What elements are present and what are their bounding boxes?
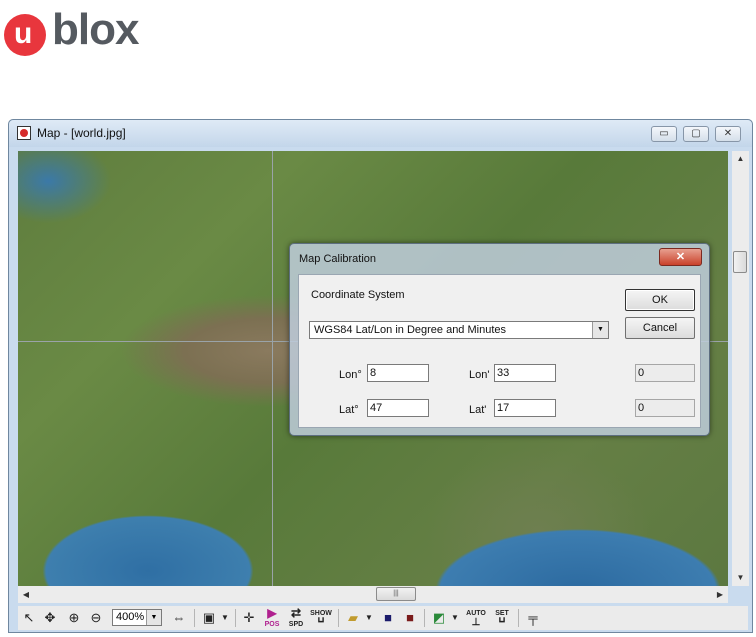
zoom-select[interactable]: 400% ▼ <box>112 609 162 626</box>
properties-icon[interactable]: ▣ <box>200 609 218 627</box>
scroll-left-icon[interactable]: ◀ <box>18 586 34 603</box>
select-pointer-icon[interactable]: ↖ <box>22 609 36 627</box>
app-icon <box>17 126 31 140</box>
scroll-up-icon[interactable]: ▲ <box>732 151 749 167</box>
lon-degree-field[interactable]: 8 <box>367 364 429 382</box>
toolbar-separator <box>338 609 339 627</box>
save-as-icon[interactable]: ■ <box>402 609 418 627</box>
map-calibration-dialog: Map Calibration ✕ Coordinate System WGS8… <box>289 243 710 436</box>
toolbar-separator <box>424 609 425 627</box>
save-icon[interactable]: ■ <box>380 609 396 627</box>
lat-minute-field[interactable]: 17 <box>494 399 556 417</box>
coordinate-system-label: Coordinate System <box>311 289 405 301</box>
maximize-button[interactable]: ▢ <box>683 126 709 142</box>
window-title: Map - [world.jpg] <box>37 126 126 140</box>
dialog-title: Map Calibration <box>299 253 377 265</box>
lat-second-field: 0 <box>635 399 695 417</box>
fit-window-icon[interactable]: ⇔ <box>170 609 188 627</box>
zoom-in-icon[interactable]: ⊕ <box>66 609 82 627</box>
vertical-scroll-thumb[interactable] <box>733 251 747 273</box>
vertical-scrollbar[interactable]: ▲ ▼ <box>732 151 749 586</box>
coordinate-system-value: WGS84 Lat/Lon in Degree and Minutes <box>314 324 507 336</box>
dialog-close-button[interactable]: ✕ <box>659 248 702 266</box>
coordinate-system-select[interactable]: WGS84 Lat/Lon in Degree and Minutes ▼ <box>309 321 609 339</box>
toolbar-separator <box>235 609 236 627</box>
logo-text: blox <box>52 5 139 54</box>
show-icon[interactable]: SHOW ┗┛ <box>310 609 332 627</box>
minimize-button[interactable]: ▭ <box>651 126 677 142</box>
toolbar-separator <box>518 609 519 627</box>
lon-minute-label: Lon' <box>469 369 490 381</box>
logo-u: u <box>14 17 33 50</box>
titlebar: Map - [world.jpg] ▭ ▢ ✕ <box>9 120 752 147</box>
toolbar-separator <box>194 609 195 627</box>
ok-button[interactable]: OK <box>625 289 695 311</box>
properties-dropdown-icon[interactable]: ▼ <box>220 609 230 627</box>
open-dropdown-icon[interactable]: ▼ <box>364 609 374 627</box>
close-button[interactable]: ✕ <box>715 126 741 142</box>
crosshair-vertical <box>272 151 273 586</box>
horizontal-scroll-thumb[interactable]: ||| <box>376 587 416 601</box>
set-icon[interactable]: SET ┗┛ <box>492 609 512 627</box>
lon-second-field: 0 <box>635 364 695 382</box>
chevron-down-icon[interactable]: ▼ <box>146 610 161 625</box>
scroll-down-icon[interactable]: ▼ <box>732 570 749 586</box>
chevron-down-icon[interactable]: ▼ <box>592 322 608 338</box>
ublox-logo: u blox <box>0 0 170 60</box>
scroll-right-icon[interactable]: ▶ <box>712 586 728 603</box>
map-dropdown-icon[interactable]: ▼ <box>450 609 460 627</box>
map-color-icon[interactable]: ◩ <box>430 609 448 627</box>
auto-icon[interactable]: AUTO ⊥ <box>466 609 486 628</box>
cancel-button[interactable]: Cancel <box>625 317 695 339</box>
horizontal-scrollbar[interactable]: ◀ ||| ▶ <box>18 586 728 603</box>
center-position-icon[interactable]: ✛ <box>240 609 258 627</box>
lat-degree-label: Lat° <box>339 404 359 416</box>
calibrate-icon[interactable]: ╤ <box>524 609 542 627</box>
lat-minute-label: Lat' <box>469 404 487 416</box>
zoom-out-icon[interactable]: ⊖ <box>88 609 104 627</box>
lat-degree-field[interactable]: 47 <box>367 399 429 417</box>
lon-minute-field[interactable]: 33 <box>494 364 556 382</box>
dialog-body: Coordinate System WGS84 Lat/Lon in Degre… <box>298 274 701 428</box>
lon-degree-label: Lon° <box>339 369 362 381</box>
pan-icon[interactable]: ✥ <box>42 609 58 627</box>
map-toolbar: ↖ ✥ ⊕ ⊖ 400% ▼ ⇔ ▣ ▼ ✛ ▶ POS ⇄ SPD SHOW ┗┛ … <box>18 606 748 630</box>
open-folder-icon[interactable]: ▰ <box>344 609 362 627</box>
position-icon[interactable]: ▶ POS <box>262 607 282 628</box>
speed-icon[interactable]: ⇄ SPD <box>286 607 306 628</box>
zoom-value: 400% <box>116 611 145 623</box>
